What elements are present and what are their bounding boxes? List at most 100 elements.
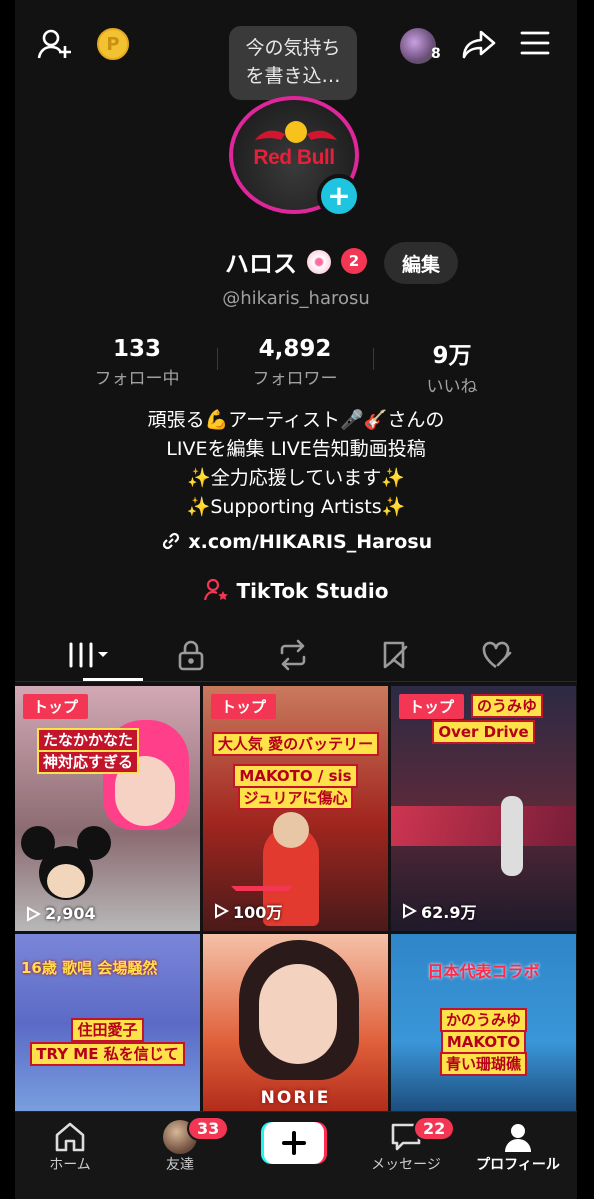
video-caption: 16歳 歌唱 会場騒然 [21,959,158,977]
friends-badge: 33 [187,1116,230,1141]
flower-icon [307,250,331,274]
video-caption: MAKOTO [391,1030,576,1054]
bio-line: ✨全力応援しています✨ [187,467,405,489]
view-count: 2,904 [25,904,96,923]
profile-link[interactable]: x.com/HIKARIS_Harosu [15,530,577,553]
video-caption: 住田愛子 [15,1018,200,1042]
mood-note[interactable]: 今の気持ち を書き込… [229,26,357,100]
likes-stat[interactable]: 9万 いいね [377,336,527,397]
tab-reposts[interactable] [243,630,343,680]
name-row: ハロス 2 編集 [15,242,577,284]
likes-count: 9万 [432,343,472,369]
studio-label: TikTok Studio [236,579,389,603]
home-icon [55,1122,85,1152]
person-face [273,812,309,848]
video-tile[interactable]: トップ たなかかなた 神対応すぎる 2,904 [15,686,200,931]
nav-messages[interactable]: 22 メッセージ [351,1116,461,1174]
bio-line: ✨Supporting Artists✨ [186,496,406,518]
person-face [259,964,337,1064]
bookmark-hidden-icon [383,641,408,669]
video-caption: のうみゆ [391,694,576,718]
nav-friends[interactable]: 33 友達 [125,1116,235,1174]
lock-icon [178,640,204,671]
following-label: フォロー中 [94,369,180,389]
video-caption: かのうみゆ [391,1008,576,1032]
video-caption: 日本代表コラボ [427,962,540,981]
profile-icon [505,1124,531,1152]
followers-count: 4,892 [258,336,332,362]
following-stat[interactable]: 133 フォロー中 [62,336,212,389]
play-icon [27,905,41,922]
stage-screen [391,806,576,846]
video-tile[interactable]: NORIE [203,934,388,1114]
repost-icon [280,639,306,671]
username-handle: @hikaris_harosu [222,288,370,309]
video-caption: たなかかなた [15,728,200,752]
following-count: 133 [112,336,161,362]
profile-link-text: x.com/HIKARIS_Harosu [188,531,433,553]
profile-stats: 133 フォロー中 4,892 フォロワー 9万 いいね [15,336,577,397]
bull-logo-icon [255,121,337,143]
video-tile[interactable]: トップ のうみゆ Over Drive 62.9万 [391,686,576,931]
video-tile[interactable]: トップ 大人気 愛のバッテリー MAKOTO / sis ジュリアに傷心 100… [203,686,388,931]
followers-stat[interactable]: 4,892 フォロワー [220,336,370,389]
bio-line: LIVEを編集 LIVE告知動画投稿 [166,438,426,460]
top-badge: トップ [23,694,89,719]
tab-underline [83,678,143,681]
create-button[interactable] [261,1122,327,1164]
bio-line: 頑張る💪アーティスト🎤🎸さんの [147,409,445,431]
video-caption: NORIE [260,1088,331,1108]
nav-home[interactable]: ホーム [15,1120,125,1174]
nav-messages-label: メッセージ [371,1157,441,1173]
stat-divider [217,348,218,370]
tab-liked[interactable] [447,630,547,680]
content-tabs [15,630,577,682]
mickey-plush [21,826,111,906]
display-name: ハロス [225,250,297,278]
edit-profile-button[interactable]: 編集 [384,242,458,284]
studio-icon [203,578,228,601]
nav-home-label: ホーム [49,1157,91,1173]
link-icon [162,532,179,550]
grid-icon [69,642,108,668]
plus-icon [261,1122,327,1164]
video-caption: 大人気 愛のバッテリー [203,732,388,756]
record-frame-icon [231,886,293,931]
likes-label: いいね [426,377,478,397]
heart-hidden-icon [482,641,512,669]
video-caption: MAKOTO / sis [203,764,388,788]
avatar-brand-text: Red Bull [253,146,335,169]
messages-badge: 22 [413,1116,456,1141]
view-count: 62.9万 [401,899,476,923]
followers-label: フォロワー [252,369,338,389]
video-caption: Over Drive [391,720,576,744]
tiktok-studio-link[interactable]: TikTok Studio [15,578,577,603]
performer [501,796,523,876]
coin-icon[interactable]: P [97,28,129,60]
tab-private[interactable] [141,630,241,680]
video-caption: ジュリアに傷心 [203,786,388,810]
top-badge: トップ [211,694,277,719]
tab-videos[interactable] [39,630,143,681]
video-tile[interactable]: 16歳 歌唱 会場騒然 住田愛子 TRY ME 私を信じて [15,934,200,1114]
tab-favorites[interactable] [345,630,445,680]
top-bar: P 今の気持ち を書き込… 8 [15,0,577,100]
video-caption: 神対応すぎる [15,750,200,774]
nav-friends-label: 友達 [166,1157,194,1173]
profile-screen: P 今の気持ち を書き込… 8 Red Bull + ハロス 2 編集 @hik… [15,0,577,1199]
video-caption: TRY ME 私を信じて [15,1042,200,1066]
video-caption: 青い珊瑚礁 [391,1052,576,1076]
stat-divider [373,348,374,370]
friends-count: 8 [431,46,441,62]
add-friend-icon[interactable] [35,24,75,64]
menu-icon[interactable] [515,26,555,60]
notification-badge[interactable]: 2 [341,248,367,274]
nav-profile[interactable]: プロフィール [463,1120,573,1174]
bottom-navigation: ホーム 33 友達 22 メッセージ プロフィール [15,1111,577,1199]
bio: 頑張る💪アーティスト🎤🎸さんの LIVEを編集 LIVE告知動画投稿 ✨全力応援… [15,406,577,522]
avatar-add-button[interactable]: + [317,174,361,218]
play-icon [215,903,229,919]
play-icon [403,903,417,919]
share-icon[interactable] [459,26,499,62]
video-tile[interactable]: 日本代表コラボ かのうみゆ MAKOTO 青い珊瑚礁 [391,934,576,1114]
